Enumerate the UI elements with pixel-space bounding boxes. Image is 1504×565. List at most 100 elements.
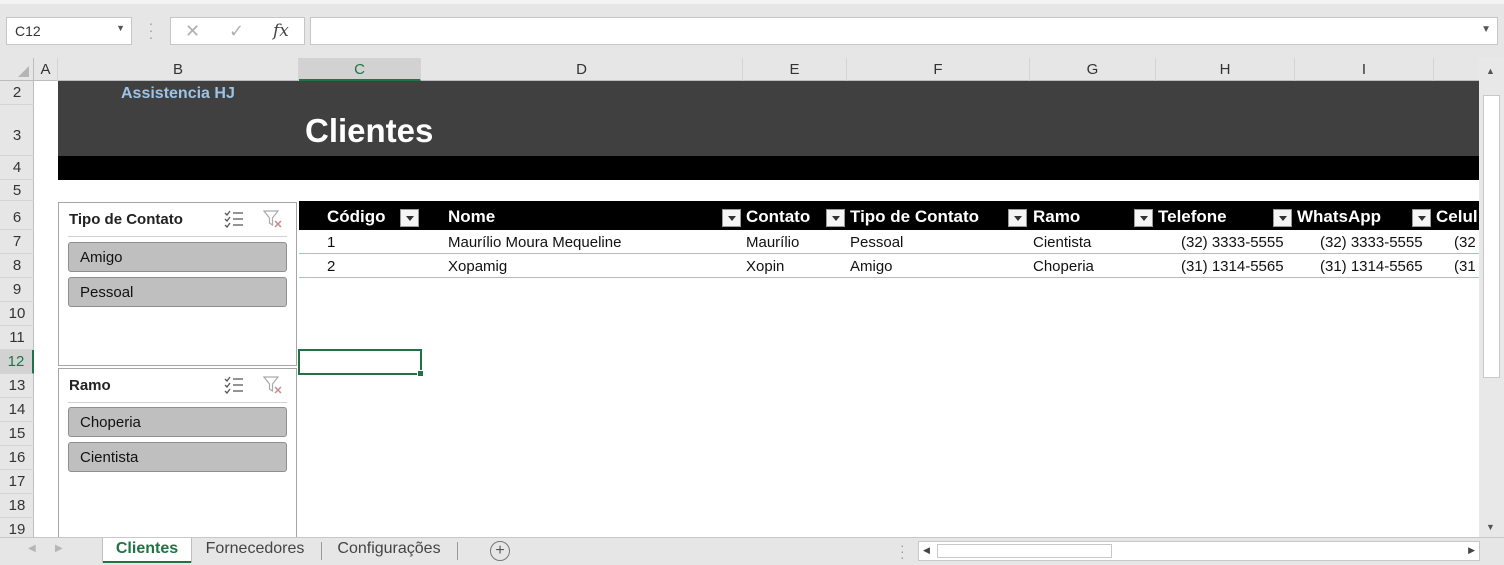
row-header[interactable]: 6 (0, 201, 34, 230)
table-row[interactable]: 2 Xopamig Xopin Amigo Choperia (31) 1314… (299, 254, 1479, 278)
vertical-scrollbar[interactable]: ▲ ▼ (1479, 58, 1504, 537)
column-headers: A B C D E F G H I (0, 58, 1479, 81)
row-header[interactable]: 18 (0, 494, 34, 518)
row-headers: 2 3 4 5 6 7 8 9 10 11 12 13 14 15 16 17 … (0, 81, 34, 537)
column-header-a[interactable]: A (34, 58, 58, 81)
drag-handle-icon[interactable]: · · · (900, 538, 905, 564)
tab-fornecedores[interactable]: Fornecedores (193, 538, 317, 563)
tab-scroll-left-icon[interactable]: ◀ (28, 543, 36, 554)
slicer-divider (68, 402, 287, 403)
cell-ramo: Cientista (1033, 234, 1092, 251)
slicer-item-pessoal[interactable]: Pessoal (68, 277, 287, 307)
column-header-b[interactable]: B (58, 58, 299, 81)
cancel-icon[interactable]: ✕ (185, 21, 200, 42)
header-contato: Contato (746, 207, 811, 226)
clear-filter-icon[interactable] (263, 209, 283, 229)
insert-function-icon[interactable]: fx (273, 21, 289, 41)
row-header[interactable]: 10 (0, 302, 34, 326)
scroll-up-icon[interactable]: ▲ (1486, 66, 1495, 76)
excel-window: C12 ▼ · · · ✕ ✓ fx ▼ Assistencia HJ Client… (0, 0, 1504, 565)
ribbon-edge (0, 0, 1504, 4)
tab-configuracoes[interactable]: Configurações (325, 538, 453, 563)
column-header-d[interactable]: D (421, 58, 743, 81)
row-header[interactable]: 16 (0, 446, 34, 470)
slicer-ramo[interactable]: Ramo Choperia Cientista (58, 368, 297, 537)
row-header[interactable]: 7 (0, 230, 34, 254)
drag-handle-icon[interactable]: · · · (147, 16, 155, 44)
filter-dropdown-icon[interactable] (1412, 209, 1431, 227)
multi-select-icon[interactable] (224, 376, 244, 394)
cell-celular: (32 (1454, 234, 1476, 251)
header-nome: Nome (448, 207, 496, 226)
formula-input[interactable]: ▼ (310, 17, 1498, 45)
table-header: Código Nome Contato Tipo de Contato Ramo… (299, 201, 1479, 230)
slicer-item-amigo[interactable]: Amigo (68, 242, 287, 272)
brand-label: Assistencia HJ (121, 85, 235, 102)
slicer-divider (68, 236, 287, 237)
row-header[interactable]: 9 (0, 278, 34, 302)
row-header[interactable]: 2 (0, 81, 34, 105)
slicer-tipo-de-contato[interactable]: Tipo de Contato Amigo Pessoal (58, 202, 297, 366)
scroll-down-icon[interactable]: ▼ (1486, 522, 1495, 532)
column-header-g[interactable]: G (1030, 58, 1156, 81)
tab-separator (457, 542, 458, 560)
cell-tipo-de-contato: Pessoal (850, 234, 904, 251)
filter-dropdown-icon[interactable] (1273, 209, 1292, 227)
column-header-f[interactable]: F (847, 58, 1030, 81)
cell-telefone: (32) 3333-5555 (1181, 234, 1284, 251)
horizontal-scrollbar[interactable]: ◀ ▶ (918, 541, 1480, 561)
row-header[interactable]: 5 (0, 180, 34, 201)
row-header[interactable]: 14 (0, 398, 34, 422)
cell-telefone: (31) 1314-5565 (1181, 258, 1284, 275)
formula-buttons: ✕ ✓ fx (170, 17, 305, 45)
add-sheet-icon[interactable]: + (490, 541, 510, 561)
slicer-title: Tipo de Contato (69, 211, 183, 228)
filter-dropdown-icon[interactable] (826, 209, 845, 227)
cell-contato: Xopin (746, 258, 785, 275)
horizontal-scroll-thumb[interactable] (937, 544, 1112, 558)
clear-filter-icon[interactable] (263, 375, 283, 395)
chevron-down-icon[interactable]: ▼ (116, 23, 125, 33)
row-header[interactable]: 13 (0, 374, 34, 398)
table-row[interactable]: 1 Maurílio Moura Mequeline Maurílio Pess… (299, 230, 1479, 254)
cell-nome: Xopamig (448, 258, 508, 275)
multi-select-icon[interactable] (224, 210, 244, 228)
scroll-right-icon[interactable]: ▶ (1468, 545, 1475, 556)
vertical-scroll-thumb[interactable] (1483, 95, 1500, 378)
expand-formula-icon[interactable]: ▼ (1481, 24, 1491, 35)
column-header-c[interactable]: C (299, 58, 421, 81)
filter-dropdown-icon[interactable] (1134, 209, 1153, 227)
column-header-h[interactable]: H (1156, 58, 1295, 81)
name-box[interactable]: C12 ▼ (6, 17, 132, 45)
header-tipo-de-contato: Tipo de Contato (850, 207, 980, 226)
cell-codigo: 1 (327, 234, 336, 251)
worksheet-grid[interactable]: Assistencia HJ Clientes Código Nome Cont… (0, 58, 1479, 537)
filter-dropdown-icon[interactable] (1008, 209, 1027, 227)
filter-dropdown-icon[interactable] (400, 209, 419, 227)
enter-icon[interactable]: ✓ (229, 21, 244, 42)
row-header[interactable]: 8 (0, 254, 34, 278)
name-box-value: C12 (15, 23, 41, 39)
slicer-item-choperia[interactable]: Choperia (68, 407, 287, 437)
slicer-item-cientista[interactable]: Cientista (68, 442, 287, 472)
row-header[interactable]: 4 (0, 156, 34, 180)
row-header[interactable]: 3 (0, 105, 34, 156)
column-header-e[interactable]: E (743, 58, 847, 81)
header-banner (58, 81, 1479, 156)
scroll-left-icon[interactable]: ◀ (923, 545, 930, 556)
header-whatsapp: WhatsApp (1297, 207, 1382, 226)
column-header-i[interactable]: I (1295, 58, 1434, 81)
slicer-title: Ramo (69, 377, 111, 394)
row-header[interactable]: 17 (0, 470, 34, 494)
cell-whatsapp: (32) 3333-5555 (1320, 234, 1423, 251)
tab-scroll-right-icon[interactable]: ▶ (55, 543, 63, 554)
row-header[interactable]: 15 (0, 422, 34, 446)
filter-dropdown-icon[interactable] (722, 209, 741, 227)
select-all-button[interactable] (0, 58, 34, 81)
row-header[interactable]: 11 (0, 326, 34, 350)
active-cell[interactable] (298, 349, 424, 377)
cell-tipo-de-contato: Amigo (850, 258, 893, 275)
row-header-selected[interactable]: 12 (0, 350, 34, 374)
tab-clientes[interactable]: Clientes (103, 538, 191, 563)
row-header[interactable]: 19 (0, 518, 34, 537)
